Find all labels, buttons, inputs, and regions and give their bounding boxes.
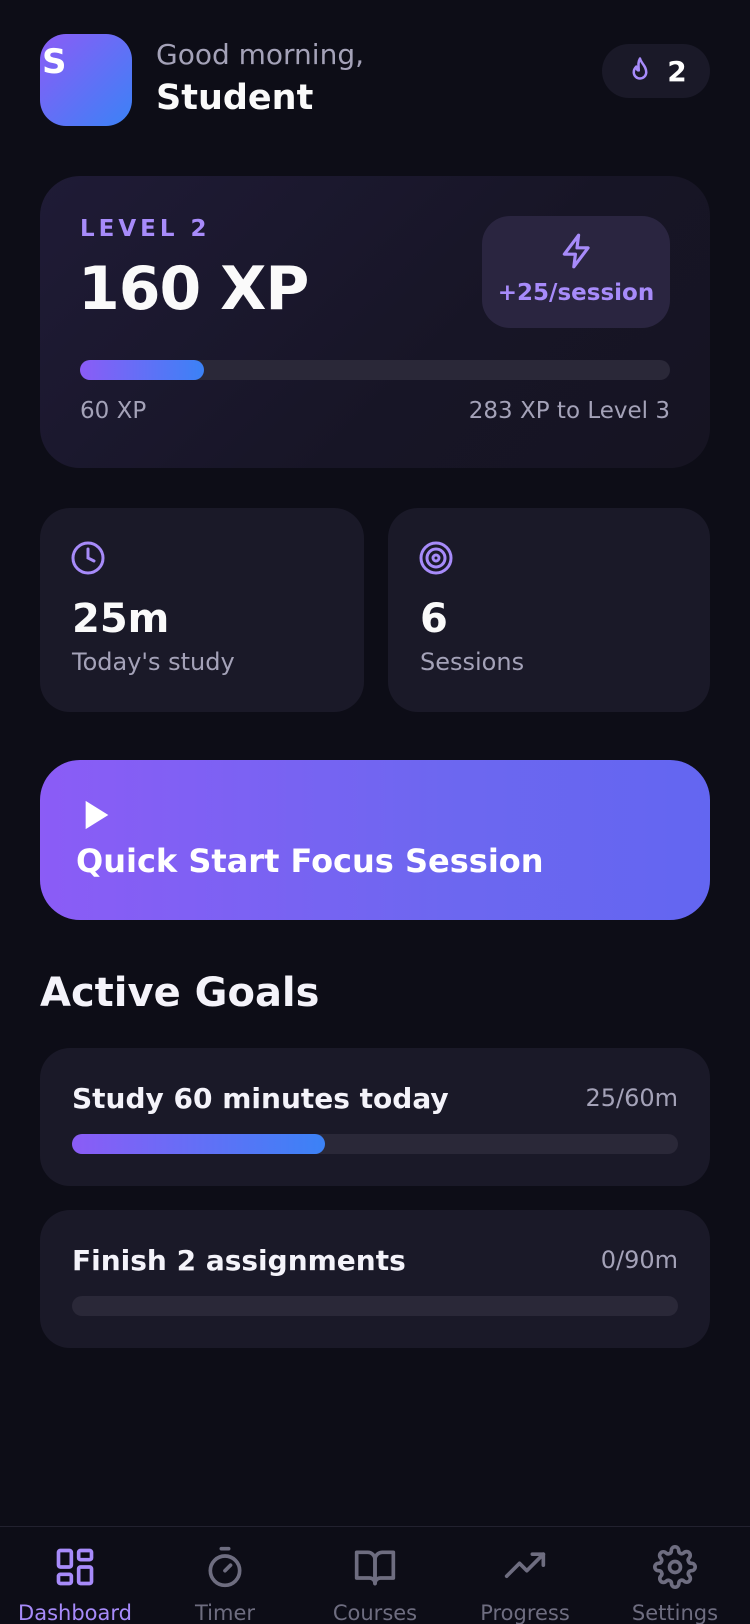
- streak-badge[interactable]: 2: [602, 44, 710, 98]
- nav-item-settings[interactable]: Settings: [600, 1527, 750, 1624]
- username: Student: [156, 78, 314, 118]
- nav-label: Progress: [480, 1601, 570, 1624]
- nav-item-courses[interactable]: Courses: [300, 1527, 450, 1624]
- stat-card-sessions: 6 Sessions: [388, 508, 710, 712]
- xp-bonus-text: +25/session: [497, 280, 655, 306]
- flame-icon: [632, 57, 648, 80]
- stat-label: Sessions: [420, 648, 525, 676]
- xp-progress-fill: [80, 360, 204, 380]
- nav-label: Courses: [332, 1601, 418, 1624]
- nav-item-dashboard[interactable]: Dashboard: [0, 1527, 150, 1624]
- quick-start-label: Quick Start Focus Session: [76, 842, 544, 880]
- lightning-icon: [562, 233, 590, 269]
- stat-value: 25m: [72, 596, 170, 642]
- xp-card: LEVEL 2 160 XP +25/session 60 XP 283 XP …: [40, 176, 710, 468]
- goal-title: Study 60 minutes today: [72, 1082, 449, 1115]
- stat-card-study-time: 25m Today's study: [40, 508, 364, 712]
- xp-progress-bar: [80, 360, 670, 380]
- nav-item-timer[interactable]: Timer: [150, 1527, 300, 1624]
- streak-count: 2: [667, 54, 687, 88]
- stat-label: Today's study: [72, 648, 235, 676]
- xp-to-next-label: 283 XP to Level 3: [468, 398, 670, 424]
- greeting-text: Good morning,: [156, 38, 365, 71]
- xp-total: 160 XP: [78, 254, 309, 324]
- play-icon: [85, 800, 109, 830]
- trending-up-icon: [504, 1552, 546, 1578]
- active-goals-heading: Active Goals: [40, 970, 320, 1016]
- goal-progress-bar: [72, 1296, 678, 1316]
- nav-label: Settings: [631, 1601, 719, 1624]
- target-icon: [419, 541, 453, 575]
- nav-item-progress[interactable]: Progress: [450, 1527, 600, 1624]
- goal-progress-text: 0/90m: [600, 1246, 678, 1274]
- avatar[interactable]: S: [40, 34, 132, 126]
- xp-bonus-badge: +25/session: [482, 216, 670, 328]
- avatar-letter: S: [42, 42, 67, 82]
- goal-card[interactable]: Finish 2 assignments 0/90m: [40, 1210, 710, 1348]
- bottom-nav: Dashboard Timer Courses Progress Setting…: [0, 1526, 750, 1624]
- header: S Good morning, Student 2: [40, 34, 710, 126]
- goal-progress-text: 25/60m: [585, 1084, 678, 1112]
- quick-start-button[interactable]: Quick Start Focus Session: [40, 760, 710, 920]
- goal-progress-bar: [72, 1134, 678, 1154]
- goal-card[interactable]: Study 60 minutes today 25/60m: [40, 1048, 710, 1186]
- dashboard-icon: [56, 1548, 94, 1586]
- gear-icon: [653, 1545, 697, 1589]
- stopwatch-icon: [208, 1546, 242, 1588]
- goal-title: Finish 2 assignments: [72, 1244, 406, 1277]
- nav-label: Dashboard: [18, 1601, 132, 1624]
- book-icon: [354, 1550, 396, 1586]
- level-label: LEVEL 2: [80, 216, 211, 242]
- goal-progress-fill: [72, 1134, 325, 1154]
- stat-value: 6: [420, 596, 448, 642]
- clock-icon: [71, 541, 105, 575]
- nav-label: Timer: [194, 1601, 256, 1624]
- xp-current-label: 60 XP: [80, 398, 147, 424]
